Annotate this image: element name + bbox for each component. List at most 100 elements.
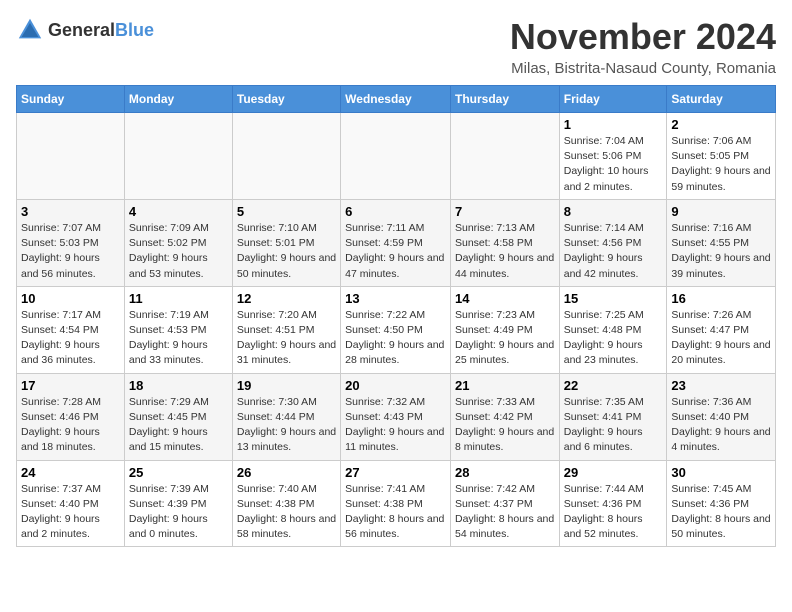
day-info: Sunrise: 7:16 AM Sunset: 4:55 PM Dayligh… [671, 221, 771, 282]
calendar-week-3: 10 Sunrise: 7:17 AM Sunset: 4:54 PM Dayli… [17, 286, 776, 373]
day-info: Sunrise: 7:26 AM Sunset: 4:47 PM Dayligh… [671, 308, 771, 369]
calendar-cell: 24 Sunrise: 7:37 AM Sunset: 4:40 PM Dayli… [17, 460, 125, 547]
day-number: 9 [671, 204, 771, 219]
day-info: Sunrise: 7:44 AM Sunset: 4:36 PM Dayligh… [564, 482, 663, 543]
day-number: 23 [671, 378, 771, 393]
day-info: Sunrise: 7:45 AM Sunset: 4:36 PM Dayligh… [671, 482, 771, 543]
header-day-wednesday: Wednesday [341, 86, 451, 113]
day-number: 25 [129, 465, 228, 480]
day-number: 4 [129, 204, 228, 219]
calendar-cell: 11 Sunrise: 7:19 AM Sunset: 4:53 PM Dayli… [124, 286, 232, 373]
day-number: 17 [21, 378, 120, 393]
calendar-cell: 15 Sunrise: 7:25 AM Sunset: 4:48 PM Dayli… [559, 286, 667, 373]
header-day-friday: Friday [559, 86, 667, 113]
calendar-cell: 9 Sunrise: 7:16 AM Sunset: 4:55 PM Daylig… [667, 199, 776, 286]
calendar-week-4: 17 Sunrise: 7:28 AM Sunset: 4:46 PM Dayli… [17, 373, 776, 460]
day-number: 24 [21, 465, 120, 480]
header-day-thursday: Thursday [450, 86, 559, 113]
day-info: Sunrise: 7:07 AM Sunset: 5:03 PM Dayligh… [21, 221, 120, 282]
calendar-cell: 5 Sunrise: 7:10 AM Sunset: 5:01 PM Daylig… [232, 199, 340, 286]
day-info: Sunrise: 7:25 AM Sunset: 4:48 PM Dayligh… [564, 308, 663, 369]
calendar-cell: 12Sunrise: 7:20 AM Sunset: 4:51 PM Dayli… [232, 286, 340, 373]
day-info: Sunrise: 7:14 AM Sunset: 4:56 PM Dayligh… [564, 221, 663, 282]
day-info: Sunrise: 7:09 AM Sunset: 5:02 PM Dayligh… [129, 221, 228, 282]
calendar-week-1: 1 Sunrise: 7:04 AM Sunset: 5:06 PM Daylig… [17, 113, 776, 200]
calendar-cell: 23Sunrise: 7:36 AM Sunset: 4:40 PM Dayli… [667, 373, 776, 460]
day-info: Sunrise: 7:40 AM Sunset: 4:38 PM Dayligh… [237, 482, 336, 543]
day-info: Sunrise: 7:06 AM Sunset: 5:05 PM Dayligh… [671, 134, 771, 195]
day-number: 15 [564, 291, 663, 306]
day-number: 8 [564, 204, 663, 219]
day-info: Sunrise: 7:23 AM Sunset: 4:49 PM Dayligh… [455, 308, 555, 369]
day-number: 2 [671, 117, 771, 132]
calendar-cell [450, 113, 559, 200]
calendar-cell: 25 Sunrise: 7:39 AM Sunset: 4:39 PM Dayli… [124, 460, 232, 547]
calendar-cell: 21 Sunrise: 7:33 AM Sunset: 4:42 PM Dayli… [450, 373, 559, 460]
calendar-cell: 2 Sunrise: 7:06 AM Sunset: 5:05 PM Daylig… [667, 113, 776, 200]
day-number: 5 [237, 204, 336, 219]
calendar-week-5: 24 Sunrise: 7:37 AM Sunset: 4:40 PM Dayli… [17, 460, 776, 547]
day-number: 26 [237, 465, 336, 480]
day-info: Sunrise: 7:19 AM Sunset: 4:53 PM Dayligh… [129, 308, 228, 369]
calendar-cell: 7 Sunrise: 7:13 AM Sunset: 4:58 PM Daylig… [450, 199, 559, 286]
day-info: Sunrise: 7:13 AM Sunset: 4:58 PM Dayligh… [455, 221, 555, 282]
day-info: Sunrise: 7:32 AM Sunset: 4:43 PM Dayligh… [345, 395, 446, 456]
day-number: 11 [129, 291, 228, 306]
location-title: Milas, Bistrita-Nasaud County, Romania [510, 60, 776, 77]
day-info: Sunrise: 7:22 AM Sunset: 4:50 PM Dayligh… [345, 308, 446, 369]
day-number: 20 [345, 378, 446, 393]
calendar-cell: 3 Sunrise: 7:07 AM Sunset: 5:03 PM Daylig… [17, 199, 125, 286]
calendar-cell: 16 Sunrise: 7:26 AM Sunset: 4:47 PM Dayli… [667, 286, 776, 373]
day-number: 21 [455, 378, 555, 393]
calendar-cell: 27 Sunrise: 7:41 AM Sunset: 4:38 PM Dayli… [341, 460, 451, 547]
day-number: 13 [345, 291, 446, 306]
day-number: 1 [564, 117, 663, 132]
day-info: Sunrise: 7:39 AM Sunset: 4:39 PM Dayligh… [129, 482, 228, 543]
day-info: Sunrise: 7:41 AM Sunset: 4:38 PM Dayligh… [345, 482, 446, 543]
day-info: Sunrise: 7:29 AM Sunset: 4:45 PM Dayligh… [129, 395, 228, 456]
header-day-sunday: Sunday [17, 86, 125, 113]
calendar-cell [341, 113, 451, 200]
day-number: 29 [564, 465, 663, 480]
logo-text-general: General [48, 20, 115, 40]
calendar-cell: 13 Sunrise: 7:22 AM Sunset: 4:50 PM Dayli… [341, 286, 451, 373]
header-day-monday: Monday [124, 86, 232, 113]
calendar-cell: 17 Sunrise: 7:28 AM Sunset: 4:46 PM Dayli… [17, 373, 125, 460]
day-info: Sunrise: 7:37 AM Sunset: 4:40 PM Dayligh… [21, 482, 120, 543]
calendar-cell: 29 Sunrise: 7:44 AM Sunset: 4:36 PM Dayli… [559, 460, 667, 547]
calendar-body: 1 Sunrise: 7:04 AM Sunset: 5:06 PM Daylig… [17, 113, 776, 547]
calendar-cell: 20 Sunrise: 7:32 AM Sunset: 4:43 PM Dayli… [341, 373, 451, 460]
calendar-cell [17, 113, 125, 200]
day-number: 30 [671, 465, 771, 480]
title-area: November 2024 Milas, Bistrita-Nasaud Cou… [510, 16, 776, 77]
day-info: Sunrise: 7:17 AM Sunset: 4:54 PM Dayligh… [21, 308, 120, 369]
day-number: 14 [455, 291, 555, 306]
calendar-cell [232, 113, 340, 200]
day-info: Sunrise: 7:33 AM Sunset: 4:42 PM Dayligh… [455, 395, 555, 456]
calendar-cell: 6Sunrise: 7:11 AM Sunset: 4:59 PM Daylig… [341, 199, 451, 286]
header-day-tuesday: Tuesday [232, 86, 340, 113]
day-info: Sunrise: 7:04 AM Sunset: 5:06 PM Dayligh… [564, 134, 663, 195]
day-number: 7 [455, 204, 555, 219]
header-day-saturday: Saturday [667, 86, 776, 113]
day-number: 12 [237, 291, 336, 306]
day-info: Sunrise: 7:35 AM Sunset: 4:41 PM Dayligh… [564, 395, 663, 456]
day-number: 3 [21, 204, 120, 219]
month-title: November 2024 [510, 16, 776, 58]
day-info: Sunrise: 7:30 AM Sunset: 4:44 PM Dayligh… [237, 395, 336, 456]
day-number: 10 [21, 291, 120, 306]
calendar-cell: 26 Sunrise: 7:40 AM Sunset: 4:38 PM Dayli… [232, 460, 340, 547]
day-number: 16 [671, 291, 771, 306]
day-number: 28 [455, 465, 555, 480]
logo-text-blue: Blue [115, 20, 154, 40]
day-number: 27 [345, 465, 446, 480]
day-info: Sunrise: 7:28 AM Sunset: 4:46 PM Dayligh… [21, 395, 120, 456]
day-info: Sunrise: 7:10 AM Sunset: 5:01 PM Dayligh… [237, 221, 336, 282]
calendar-cell: 14 Sunrise: 7:23 AM Sunset: 4:49 PM Dayli… [450, 286, 559, 373]
calendar-cell: 19 Sunrise: 7:30 AM Sunset: 4:44 PM Dayli… [232, 373, 340, 460]
day-number: 18 [129, 378, 228, 393]
calendar-table: SundayMondayTuesdayWednesdayThursdayFrid… [16, 85, 776, 547]
day-number: 22 [564, 378, 663, 393]
day-number: 19 [237, 378, 336, 393]
calendar-cell: 18 Sunrise: 7:29 AM Sunset: 4:45 PM Dayli… [124, 373, 232, 460]
